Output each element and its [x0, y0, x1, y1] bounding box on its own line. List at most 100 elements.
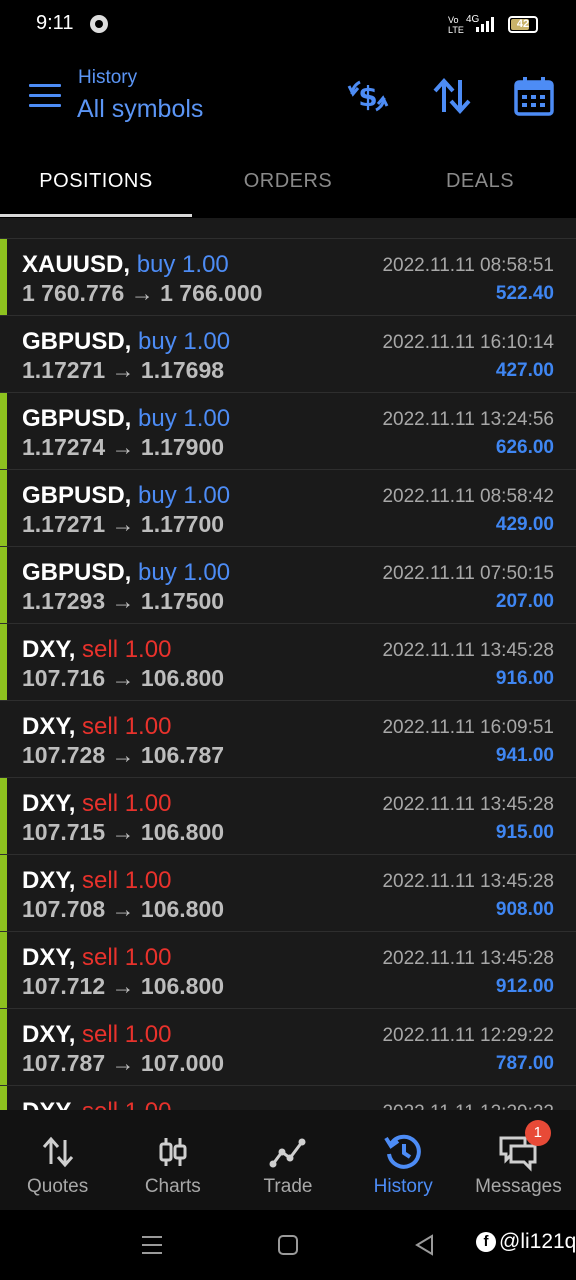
recent-apps-icon[interactable] — [139, 1232, 165, 1258]
position-marker — [0, 239, 7, 315]
nav-quotes-label: Quotes — [26, 1176, 89, 1197]
position-row[interactable]: XAUUSD, buy 1.00 1 760.776 → 1 766.000 2… — [0, 238, 576, 315]
tab-orders[interactable]: ORDERS — [192, 152, 384, 218]
watermark-handle: @li121q — [499, 1230, 576, 1253]
position-profit: 429.00 — [495, 514, 554, 535]
nav-charts-label: Charts — [144, 1176, 201, 1197]
position-time: 2022.11.11 13:24:56 — [382, 409, 554, 430]
position-marker — [0, 624, 7, 700]
position-marker — [0, 470, 7, 546]
positions-list[interactable]: XAUUSD, buy 1.00 1 760.776 → 1 766.000 2… — [0, 218, 576, 1110]
nav-messages[interactable]: 1 Messages — [461, 1110, 576, 1210]
nav-trade-label: Trade — [263, 1176, 313, 1197]
battery-icon: 42 — [508, 16, 538, 33]
position-symbol: GBPUSD, — [22, 405, 132, 432]
position-side: buy 1.00 — [138, 559, 231, 586]
position-row[interactable]: DXY, sell 1.00 107.728 → 106.787 2022.11… — [0, 700, 576, 777]
calendar-icon[interactable] — [512, 74, 556, 118]
network-type: Vo LTE — [448, 15, 464, 35]
menu-icon[interactable] — [29, 84, 61, 108]
position-prices: 107.787 → 107.000 — [22, 1050, 225, 1076]
position-symbol: XAUUSD, — [22, 251, 131, 278]
position-symbol: GBPUSD, — [22, 328, 132, 355]
social-logo-icon: f — [476, 1232, 496, 1252]
position-marker — [0, 393, 7, 469]
app-header: History All symbols $ — [0, 52, 576, 152]
position-row[interactable]: DXY, sell 1.00 107.712 → 106.800 2022.11… — [0, 931, 576, 1008]
header-subtitle: History — [78, 67, 138, 88]
position-row[interactable]: DXY, sell 1.00 2022.11.11 12:29:22 — [0, 1085, 576, 1110]
position-prices: 1 760.776 → 1 766.000 — [22, 280, 263, 306]
position-prices: 1.17271 → 1.17698 — [22, 357, 225, 383]
position-side: sell 1.00 — [82, 944, 172, 971]
messages-badge: 1 — [524, 1120, 551, 1146]
position-symbol: DXY, — [22, 867, 76, 894]
position-side: sell 1.00 — [82, 1021, 172, 1048]
position-time: 2022.11.11 16:10:14 — [382, 332, 554, 353]
back-icon[interactable] — [412, 1232, 438, 1258]
position-side: sell 1.00 — [82, 1098, 171, 1110]
app-notification-icon — [90, 15, 108, 33]
position-side: sell 1.00 — [82, 636, 172, 663]
position-time: 2022.11.11 08:58:51 — [382, 255, 554, 276]
nav-history-label: History — [373, 1176, 433, 1197]
position-profit: 626.00 — [495, 437, 554, 458]
battery-level: 42 — [516, 18, 530, 30]
trend-line-icon — [268, 1132, 308, 1172]
position-row[interactable]: DXY, sell 1.00 107.787 → 107.000 2022.11… — [0, 1008, 576, 1085]
position-row[interactable]: DXY, sell 1.00 107.715 → 106.800 2022.11… — [0, 777, 576, 854]
nav-trade[interactable]: Trade — [230, 1110, 345, 1210]
sort-icon[interactable] — [430, 74, 474, 118]
position-row[interactable]: GBPUSD, buy 1.00 1.17271 → 1.17700 2022.… — [0, 469, 576, 546]
position-side: buy 1.00 — [138, 328, 231, 355]
position-prices: 1.17293 → 1.17500 — [22, 588, 225, 614]
position-profit: 522.40 — [495, 283, 554, 304]
position-symbol: DXY, — [22, 1098, 75, 1110]
position-symbol: DXY, — [22, 1021, 76, 1048]
tab-positions[interactable]: POSITIONS — [0, 152, 192, 218]
position-row[interactable]: GBPUSD, buy 1.00 1.17274 → 1.17900 2022.… — [0, 392, 576, 469]
position-time: 2022.11.11 12:29:22 — [382, 1102, 554, 1110]
position-prices: 107.708 → 106.800 — [22, 896, 225, 922]
position-marker — [0, 778, 7, 854]
position-row[interactable]: GBPUSD, buy 1.00 1.17293 → 1.17500 2022.… — [0, 546, 576, 623]
position-side: sell 1.00 — [82, 867, 172, 894]
position-marker — [0, 1009, 7, 1085]
nav-quotes[interactable]: Quotes — [0, 1110, 115, 1210]
candlestick-icon — [153, 1132, 193, 1172]
status-bar: 9:11 Vo LTE 4G 42 — [0, 0, 576, 52]
position-side: buy 1.00 — [138, 405, 231, 432]
position-prices: 107.712 → 106.800 — [22, 973, 225, 999]
position-marker — [0, 1086, 7, 1110]
history-clock-icon — [383, 1132, 423, 1172]
dollar-refresh-icon[interactable]: $ — [346, 74, 390, 118]
position-row[interactable]: DXY, sell 1.00 107.708 → 106.800 2022.11… — [0, 854, 576, 931]
position-time: 2022.11.11 12:29:22 — [382, 1025, 554, 1046]
history-tabs: POSITIONS ORDERS DEALS — [0, 152, 576, 218]
nav-messages-label: Messages — [475, 1176, 562, 1197]
position-symbol: DXY, — [22, 790, 76, 817]
position-row[interactable]: DXY, sell 1.00 107.716 → 106.800 2022.11… — [0, 623, 576, 700]
symbol-filter[interactable]: All symbols — [77, 95, 203, 124]
nav-history[interactable]: History — [346, 1110, 461, 1210]
tab-deals[interactable]: DEALS — [384, 152, 576, 218]
position-symbol: DXY, — [22, 713, 76, 740]
position-profit: 787.00 — [495, 1053, 554, 1074]
position-row[interactable]: GBPUSD, buy 1.00 1.17271 → 1.17698 2022.… — [0, 315, 576, 392]
nav-charts[interactable]: Charts — [115, 1110, 230, 1210]
position-profit: 916.00 — [495, 668, 554, 689]
status-time: 9:11 — [36, 12, 74, 34]
position-prices: 1.17274 → 1.17900 — [22, 434, 225, 460]
position-profit: 427.00 — [495, 360, 554, 381]
watermark: f @li121q — [476, 1230, 576, 1254]
position-side: sell 1.00 — [82, 713, 172, 740]
position-marker — [0, 855, 7, 931]
svg-text:$: $ — [358, 80, 377, 113]
position-side: buy 1.00 — [136, 251, 229, 278]
quotes-arrows-icon — [38, 1132, 78, 1172]
position-prices: 107.715 → 106.800 — [22, 819, 225, 845]
signal-icon — [476, 16, 494, 32]
position-marker — [0, 547, 7, 623]
home-icon[interactable] — [275, 1232, 301, 1258]
position-prices: 107.728 → 106.787 — [22, 742, 225, 768]
